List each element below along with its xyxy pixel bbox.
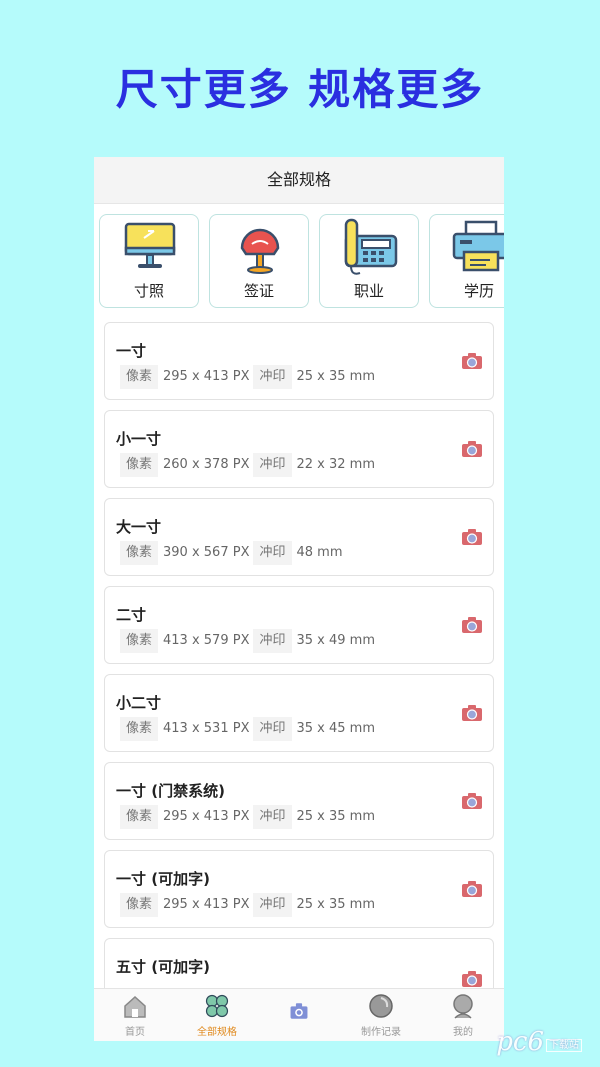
- pixel-value: 295 x 413 PX: [163, 897, 250, 912]
- spec-name: 小一寸: [116, 430, 162, 448]
- category-card-cunzhao[interactable]: 寸照: [99, 214, 199, 308]
- pushpin-icon: [240, 228, 280, 274]
- tab-camera[interactable]: [258, 989, 340, 1041]
- spec-name: 二寸: [116, 606, 147, 624]
- page-title: 全部规格: [94, 157, 504, 204]
- spec-card[interactable]: 小一寸 像素 260 x 378 PX 冲印 22 x 32 mm: [104, 410, 494, 488]
- bottom-tab-bar: 首页 全部规格 制作记录 我的: [94, 988, 504, 1041]
- spec-card[interactable]: 一寸 (可加字) 像素 295 x 413 PX 冲印 25 x 35 mm: [104, 850, 494, 928]
- spec-card[interactable]: 一寸 像素 295 x 413 PX 冲印 25 x 35 mm: [104, 322, 494, 400]
- app-screen: 全部规格 寸照 签证 职业 学历 一寸 像素 295 x 413 PX 冲印 2…: [94, 157, 504, 1041]
- pixel-tag: 像素: [120, 717, 159, 741]
- spec-name: 大一寸: [116, 518, 162, 536]
- pixel-value: 390 x 567 PX: [163, 545, 250, 560]
- camera-icon[interactable]: [461, 352, 483, 370]
- pixel-tag: 像素: [120, 453, 159, 477]
- tab-label: 我的: [453, 1027, 473, 1038]
- camera-icon[interactable]: [461, 704, 483, 722]
- print-value: 25 x 35 mm: [296, 809, 376, 824]
- spec-details: 像素 295 x 413 PX 冲印 25 x 35 mm: [120, 893, 379, 917]
- tab-label: 制作记录: [361, 1027, 401, 1038]
- tab-label: 全部规格: [197, 1027, 237, 1038]
- spec-card[interactable]: 一寸 (门禁系统) 像素 295 x 413 PX 冲印 25 x 35 mm: [104, 762, 494, 840]
- spec-details: 像素 413 x 579 PX 冲印 35 x 49 mm: [120, 629, 379, 653]
- print-tag: 冲印: [253, 805, 292, 829]
- spec-details: 像素 260 x 378 PX 冲印 22 x 32 mm: [120, 453, 379, 477]
- print-tag: 冲印: [253, 629, 292, 653]
- spec-details: 像素 413 x 531 PX 冲印 35 x 45 mm: [120, 717, 379, 741]
- camera-icon: [290, 1003, 308, 1019]
- tab-label: 首页: [125, 1027, 145, 1038]
- tab-profile[interactable]: 我的: [422, 989, 504, 1041]
- pixel-tag: 像素: [120, 893, 159, 917]
- home-icon: [124, 995, 146, 1018]
- print-value: 35 x 49 mm: [296, 633, 376, 648]
- camera-icon[interactable]: [461, 440, 483, 458]
- spec-name: 五寸 (可加字): [116, 958, 210, 976]
- pixel-tag: 像素: [120, 365, 159, 389]
- print-value: 22 x 32 mm: [296, 457, 376, 472]
- print-tag: 冲印: [253, 893, 292, 917]
- print-value: 25 x 35 mm: [296, 369, 376, 384]
- clover-icon: [205, 994, 229, 1018]
- pixel-value: 295 x 413 PX: [163, 369, 250, 384]
- pixel-tag: 像素: [120, 541, 159, 565]
- pixel-tag: 像素: [120, 629, 159, 653]
- pixel-value: 413 x 579 PX: [163, 633, 250, 648]
- category-strip[interactable]: 寸照 签证 职业 学历: [94, 204, 504, 314]
- spec-card[interactable]: 大一寸 像素 390 x 567 PX 冲印 48 mm: [104, 498, 494, 576]
- tab-home[interactable]: 首页: [94, 989, 176, 1041]
- print-value: 25 x 35 mm: [296, 897, 376, 912]
- watermark-logo: pc6 下载站: [496, 1027, 582, 1057]
- category-label: 学历: [463, 282, 494, 300]
- print-tag: 冲印: [253, 453, 292, 477]
- spec-details: 像素 295 x 413 PX 冲印 25 x 35 mm: [120, 365, 379, 389]
- spec-card[interactable]: 二寸 像素 413 x 579 PX 冲印 35 x 49 mm: [104, 586, 494, 664]
- spec-name: 一寸: [116, 342, 147, 360]
- camera-icon[interactable]: [461, 616, 483, 634]
- print-tag: 冲印: [253, 365, 292, 389]
- spec-card[interactable]: 小二寸 像素 413 x 531 PX 冲印 35 x 45 mm: [104, 674, 494, 752]
- pixel-value: 260 x 378 PX: [163, 457, 250, 472]
- category-card-qianzheng[interactable]: 签证: [209, 214, 309, 308]
- printer-icon: [452, 220, 504, 272]
- headline: 尺寸更多 规格更多: [115, 65, 485, 114]
- tab-all-specs[interactable]: 全部规格: [176, 989, 258, 1041]
- category-card-xueli[interactable]: 学历: [429, 214, 504, 308]
- print-value: 48 mm: [296, 545, 343, 560]
- camera-icon[interactable]: [461, 528, 483, 546]
- monitor-icon: [124, 222, 176, 268]
- category-label: 职业: [353, 282, 384, 300]
- tab-records[interactable]: 制作记录: [340, 989, 422, 1041]
- pixel-value: 413 x 531 PX: [163, 721, 250, 736]
- pixel-tag: 像素: [120, 805, 159, 829]
- spec-details: 像素 390 x 567 PX 冲印 48 mm: [120, 541, 347, 565]
- category-card-zhiye[interactable]: 职业: [319, 214, 419, 308]
- category-label: 寸照: [133, 282, 164, 300]
- telephone-icon: [344, 218, 398, 275]
- camera-icon[interactable]: [461, 880, 483, 898]
- print-tag: 冲印: [253, 717, 292, 741]
- camera-icon[interactable]: [461, 792, 483, 810]
- user-icon: [453, 994, 473, 1019]
- print-value: 35 x 45 mm: [296, 721, 376, 736]
- print-tag: 冲印: [253, 541, 292, 565]
- spec-name: 小二寸: [116, 694, 162, 712]
- spec-name: 一寸 (可加字): [116, 870, 210, 888]
- record-icon: [369, 994, 393, 1018]
- category-label: 签证: [243, 282, 274, 300]
- spec-details: 像素 295 x 413 PX 冲印 25 x 35 mm: [120, 805, 379, 829]
- camera-icon[interactable]: [461, 970, 483, 988]
- spec-name: 一寸 (门禁系统): [116, 782, 225, 800]
- pixel-value: 295 x 413 PX: [163, 809, 250, 824]
